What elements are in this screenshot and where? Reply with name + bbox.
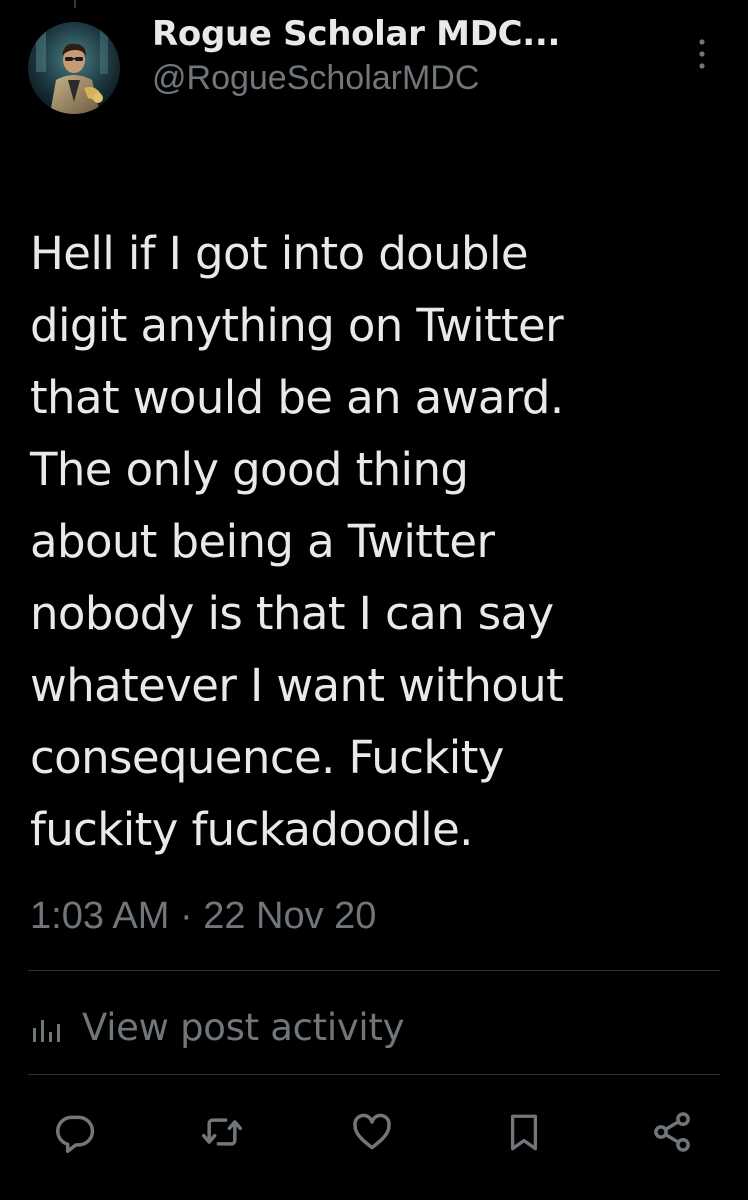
post-action-bar — [0, 1098, 748, 1168]
thread-connector-line — [74, 0, 76, 8]
post-text: Hell if I got into double digit anything… — [30, 227, 564, 856]
view-post-activity-button[interactable]: View post activity — [30, 998, 405, 1058]
view-post-activity-label: View post activity — [82, 1006, 405, 1049]
heart-icon — [353, 1113, 391, 1150]
more-options-button[interactable] — [684, 32, 720, 76]
author-handle[interactable]: @RogueScholarMDC — [152, 54, 560, 102]
reply-button[interactable] — [49, 1104, 101, 1160]
author-display-name[interactable]: Rogue Scholar MDC... — [152, 14, 560, 54]
bookmark-icon — [510, 1114, 538, 1151]
avatar[interactable] — [28, 22, 120, 114]
repost-icon — [201, 1118, 243, 1146]
author-names: Rogue Scholar MDC... @RogueScholarMDC — [152, 14, 560, 102]
like-button[interactable] — [346, 1104, 398, 1160]
bookmark-button[interactable] — [498, 1104, 550, 1160]
divider-top — [28, 970, 720, 971]
reply-icon — [56, 1115, 95, 1153]
repost-button[interactable] — [196, 1104, 248, 1160]
post-header: Rogue Scholar MDC... @RogueScholarMDC — [28, 14, 728, 114]
bar-chart-icon — [30, 1010, 66, 1046]
vertical-dots-icon — [699, 39, 705, 69]
divider-bottom — [28, 1074, 720, 1075]
share-button[interactable] — [646, 1104, 698, 1160]
avatar-image — [28, 22, 120, 114]
post-timestamp[interactable]: 1:03 AM · 22 Nov 20 — [30, 890, 376, 942]
share-icon — [654, 1112, 690, 1152]
